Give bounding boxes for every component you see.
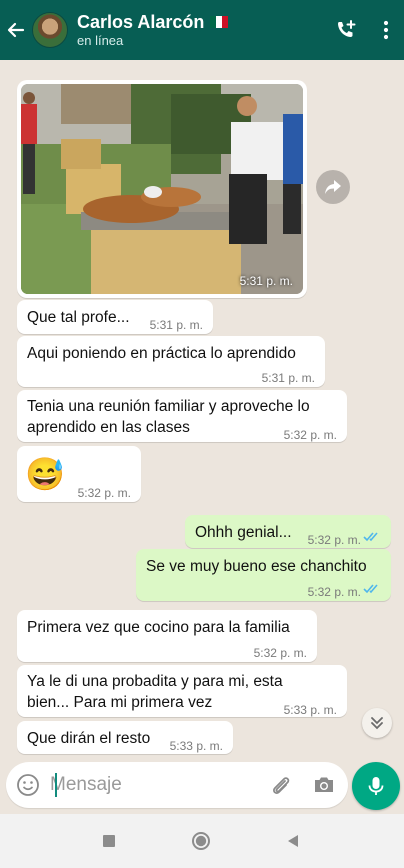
read-double-check-icon [363, 532, 378, 542]
message-bubble[interactable]: Tenia una reunión familiar y aproveche l… [17, 390, 347, 442]
message-text: Ya le di una probadita y para mi, esta [27, 673, 283, 690]
home-button[interactable] [188, 828, 214, 854]
mexico-flag-icon [210, 16, 229, 28]
system-navigation-bar [0, 814, 404, 868]
microphone-icon [368, 777, 384, 795]
message-text: Que dirán el resto [27, 730, 151, 747]
message-composer [6, 762, 348, 808]
message-text: Que tal profe... [27, 309, 130, 326]
message-text: aprendido en las clases [27, 419, 190, 436]
message-time: 5:31 p. m. [261, 371, 315, 385]
back-button[interactable] [0, 0, 32, 60]
message-time: 5:32 p. m. [283, 428, 337, 442]
image-message[interactable]: 5:31 p. m. [17, 80, 307, 298]
message-time: 5:33 p. m. [169, 739, 223, 753]
paperclip-icon [273, 777, 290, 794]
message-bubble[interactable]: Primera vez que cocino para la familia 5… [17, 610, 317, 662]
message-time: 5:32 p. m. [307, 533, 361, 547]
smiley-icon [17, 774, 39, 796]
back-nav-button[interactable] [280, 828, 306, 854]
attach-button[interactable] [268, 773, 294, 799]
contact-info[interactable]: Carlos Alarcón en línea [77, 11, 324, 49]
add-call-button[interactable] [324, 0, 368, 60]
arrow-left-icon [7, 22, 25, 38]
recents-button[interactable] [96, 828, 122, 854]
forward-button[interactable] [316, 170, 350, 204]
contact-name: Carlos Alarcón [77, 12, 205, 32]
message-text: Ohhh genial... [195, 524, 292, 541]
circle-icon [192, 832, 210, 850]
contact-status: en línea [77, 33, 124, 48]
message-bubble[interactable]: 😅 5:32 p. m. [17, 446, 141, 502]
message-bubble-outgoing[interactable]: Ohhh genial... 5:32 p. m. [185, 515, 391, 548]
voice-record-button[interactable] [352, 762, 400, 810]
chat-header: Carlos Alarcón en línea [0, 0, 404, 60]
chevron-double-down-icon [371, 717, 383, 730]
emoji-sweat-smile: 😅 [25, 456, 65, 492]
avatar[interactable] [32, 12, 68, 48]
message-bubble[interactable]: Que tal profe... 5:31 p. m. [17, 300, 213, 334]
message-time: 5:32 p. m. [77, 486, 131, 500]
message-time: 5:32 p. m. [253, 646, 307, 660]
message-text: Primera vez que cocino para la familia [27, 619, 290, 636]
square-icon [103, 835, 115, 847]
text-caret [55, 773, 57, 797]
more-vertical-icon [383, 20, 389, 40]
camera-icon [315, 777, 333, 792]
message-time: 5:32 p. m. [307, 585, 361, 599]
message-text: bien... Para mi primera vez [27, 694, 213, 711]
message-bubble[interactable]: Ya le di una probadita y para mi, esta b… [17, 665, 347, 717]
roast-pig-photo[interactable]: 5:31 p. m. [21, 84, 303, 294]
triangle-back-icon [288, 835, 298, 847]
emoji-button[interactable] [16, 773, 40, 797]
message-time: 5:33 p. m. [283, 703, 337, 717]
message-bubble[interactable]: Aqui poniendo en práctica lo aprendido 5… [17, 336, 325, 387]
share-arrow-icon [325, 180, 341, 194]
menu-button[interactable] [368, 0, 404, 60]
message-time: 5:31 p. m. [239, 274, 293, 288]
camera-button[interactable] [312, 773, 338, 799]
message-input[interactable] [50, 772, 250, 798]
message-bubble-outgoing[interactable]: Se ve muy bueno ese chanchito 5:32 p. m. [136, 549, 391, 601]
message-text: Aqui poniendo en práctica lo aprendido [27, 345, 296, 362]
message-bubble[interactable]: Que dirán el resto 5:33 p. m. [17, 721, 233, 754]
phone-plus-icon [338, 20, 356, 37]
message-text: Tenia una reunión familiar y aproveche l… [27, 398, 310, 415]
message-list[interactable]: 5:31 p. m. Que tal profe... 5:31 p. m. A… [0, 60, 404, 756]
message-time: 5:31 p. m. [149, 318, 203, 332]
message-text: Se ve muy bueno ese chanchito [146, 558, 367, 575]
scroll-to-bottom-button[interactable] [362, 708, 392, 738]
read-double-check-icon [363, 584, 378, 594]
